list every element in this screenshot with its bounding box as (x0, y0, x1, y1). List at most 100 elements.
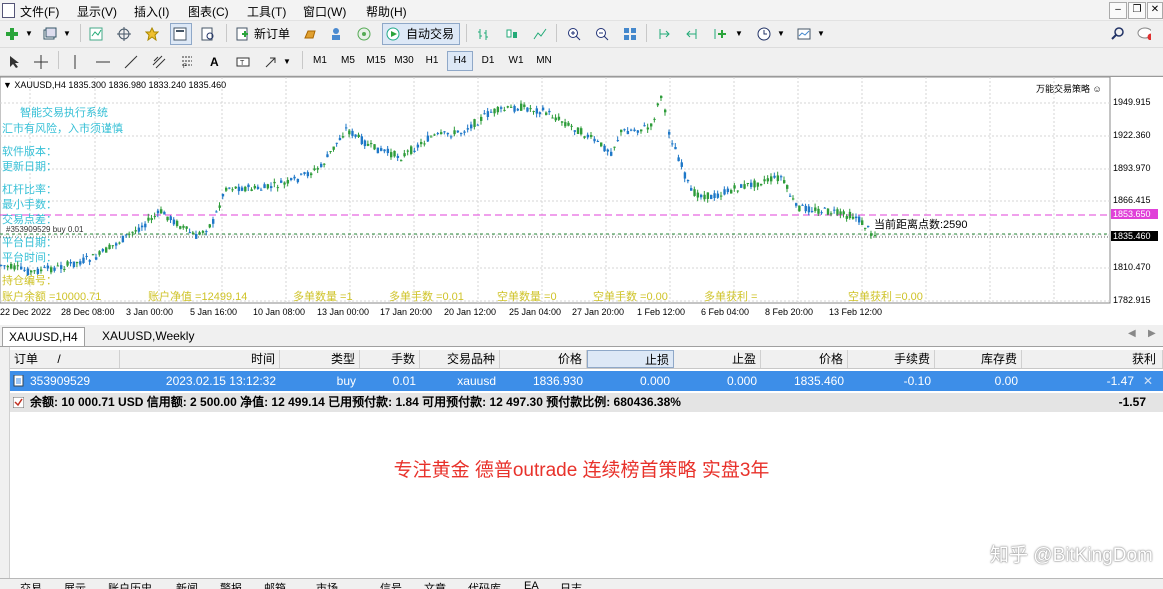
timeframe-d1[interactable]: D1 (475, 51, 501, 71)
app-icon[interactable] (2, 3, 15, 18)
tab-scroll-left-icon[interactable]: ◀ (1128, 328, 1136, 339)
candle-body (710, 194, 713, 200)
text-button[interactable]: A (204, 51, 226, 73)
column-header-commission[interactable]: 手续费 (848, 350, 935, 368)
search-button[interactable] (1108, 23, 1130, 45)
cursor-button[interactable] (4, 51, 26, 73)
periods-button[interactable]: ▼ (754, 23, 790, 45)
candle-body (247, 184, 250, 188)
order-price: 1835.460 (793, 374, 844, 388)
strategy-tester-button[interactable] (198, 23, 220, 45)
chart-tabs: XAUUSD,H4 XAUUSD,Weekly ◀ ▶ (0, 326, 1163, 347)
arrows-button[interactable]: ▼ (260, 51, 296, 73)
timeframe-m5[interactable]: M5 (335, 51, 361, 71)
column-header-swap[interactable]: 库存费 (935, 350, 1022, 368)
profiles-button[interactable]: ▼ (40, 23, 76, 45)
column-header-sl[interactable]: 止损 (587, 350, 674, 368)
candle-body (593, 138, 596, 142)
column-header-profit[interactable]: 获利 (1022, 350, 1163, 368)
zoom-out-button[interactable] (592, 23, 614, 45)
timeframe-h1[interactable]: H1 (419, 51, 445, 71)
timeframe-m1[interactable]: M1 (307, 51, 333, 71)
vertical-line-button[interactable] (64, 51, 86, 73)
text-label-button[interactable]: T (232, 51, 254, 73)
column-header-order[interactable]: 订单 / (10, 350, 120, 368)
minimize-button[interactable]: – (1109, 2, 1127, 19)
candle-body (156, 210, 160, 214)
menu-charts[interactable]: 图表(C) (188, 3, 229, 20)
menu-help[interactable]: 帮助(H) (366, 3, 407, 20)
timeframe-m15[interactable]: M15 (363, 51, 389, 71)
channel-button[interactable] (148, 51, 170, 73)
order-sl[interactable]: 0.000 (587, 371, 674, 391)
column-header-tp[interactable]: 止盈 (674, 350, 761, 368)
candle-body (163, 211, 166, 215)
zoom-in-button[interactable] (564, 23, 586, 45)
candle-body (296, 178, 300, 183)
candle-body (848, 211, 852, 219)
horizontal-line-button[interactable] (92, 51, 114, 73)
new-chart-button[interactable]: ▼ (2, 23, 38, 45)
menu-window[interactable]: 窗口(W) (303, 3, 346, 20)
candle-body (646, 127, 650, 130)
timeframe-w1[interactable]: W1 (503, 51, 529, 71)
column-header-time[interactable]: 时间 (120, 350, 280, 368)
column-header-price[interactable]: 价格 (761, 350, 848, 368)
restore-button[interactable]: ❐ (1128, 2, 1146, 19)
chart-shift-button[interactable] (654, 23, 676, 45)
candle-body (616, 140, 620, 142)
candle-body (195, 234, 198, 239)
fibonacci-button[interactable]: F (176, 51, 198, 73)
market-watch-button[interactable] (86, 23, 108, 45)
candle-body (716, 193, 720, 198)
candle-body (690, 188, 693, 191)
metaeditor-button[interactable] (300, 23, 322, 45)
candle-body (205, 231, 208, 233)
tab-xauusd-h4[interactable]: XAUUSD,H4 (2, 327, 85, 346)
candle-body (56, 265, 60, 267)
close-button[interactable]: ✕ (1147, 2, 1163, 19)
menu-file[interactable]: 文件(F) (20, 3, 59, 20)
menu-tools[interactable]: 工具(T) (247, 3, 286, 20)
candle-body (75, 261, 79, 264)
autoscroll-button[interactable] (682, 23, 704, 45)
chart-header: ▼ XAUUSD,H4 1835.300 1836.980 1833.240 1… (3, 80, 227, 90)
candle-body (700, 194, 703, 198)
crosshair-button[interactable] (30, 51, 52, 73)
text-a-icon: A (210, 55, 219, 69)
indicators-plus-icon (714, 29, 726, 39)
community-button[interactable] (326, 23, 348, 45)
new-order-button[interactable]: 新订单 (232, 23, 296, 45)
timeframe-h4[interactable]: H4 (447, 51, 473, 71)
templates-button[interactable]: ▼ (794, 23, 830, 45)
tab-xauusd-weekly[interactable]: XAUUSD,Weekly (96, 327, 200, 345)
ea-label: 万能交易策略 ☺ (1036, 82, 1102, 95)
menu-view[interactable]: 显示(V) (77, 3, 117, 20)
timeframe-m30[interactable]: M30 (391, 51, 417, 71)
order-tp[interactable]: 0.000 (674, 371, 761, 391)
signals-button[interactable] (354, 23, 376, 45)
navigator-button[interactable] (142, 23, 164, 45)
column-header-lots[interactable]: 手数 (360, 350, 420, 368)
candle-body (329, 151, 332, 153)
price-chart[interactable]: ▼ XAUUSD,H4 1835.300 1836.980 1833.240 1… (0, 76, 1163, 325)
bar-chart-button[interactable] (474, 23, 496, 45)
notifications-button[interactable] (1134, 23, 1160, 45)
timeframe-mn[interactable]: MN (531, 51, 557, 71)
trendline-button[interactable] (120, 51, 142, 73)
line-chart-button[interactable] (530, 23, 552, 45)
indicators-button[interactable]: ▼ (710, 23, 748, 45)
candlestick-button[interactable] (502, 23, 524, 45)
auto-trading-button[interactable]: 自动交易 (382, 23, 460, 45)
candle-body (460, 133, 463, 135)
menu-insert[interactable]: 插入(I) (134, 3, 169, 20)
terminal-button[interactable] (170, 23, 192, 45)
order-row[interactable]: 353909529 2023.02.15 13:12:32 buy 0.01 x… (10, 371, 1163, 391)
column-header-open-price[interactable]: 价格 (500, 350, 587, 368)
column-header-type[interactable]: 类型 (280, 350, 360, 368)
data-window-button[interactable] (114, 23, 136, 45)
tab-scroll-right-icon[interactable]: ▶ (1148, 328, 1156, 339)
tile-windows-button[interactable] (620, 23, 642, 45)
close-order-icon[interactable]: ✕ (1143, 371, 1157, 391)
column-header-symbol[interactable]: 交易品种 (420, 350, 500, 368)
